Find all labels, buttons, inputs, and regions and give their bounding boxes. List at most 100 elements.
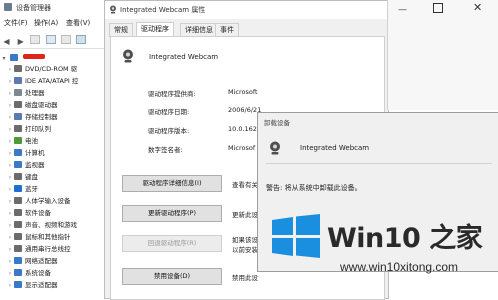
scan-hardware-icon[interactable] [76, 35, 87, 44]
chevron-right-icon[interactable]: › [6, 100, 14, 111]
tree-item[interactable]: › DVD/CD-ROM 驱 [6, 64, 77, 75]
computer-icon [10, 54, 19, 61]
tree-item[interactable]: › 人体学输入设备 [6, 196, 71, 207]
chevron-right-icon[interactable]: › [6, 148, 14, 159]
tree-item[interactable]: › 计算机 [6, 148, 45, 159]
chevron-right-icon[interactable]: › [6, 208, 14, 219]
chevron-right-icon[interactable]: › [6, 220, 14, 231]
update-driver-icon[interactable] [45, 35, 56, 44]
driver-details-button[interactable]: 驱动程序详细信息(I) [122, 175, 222, 192]
tree-item-label: 打印队列 [25, 125, 51, 133]
tree-item-label: DVD/CD-ROM 驱 [25, 65, 78, 73]
tree-item-label: 人体学输入设备 [25, 197, 71, 205]
tree-item-label: 通用串行总线控 [25, 245, 71, 253]
tree-item[interactable]: › 监视器 [6, 160, 45, 171]
rollback-driver-desc: 如果该设 以前安装 [232, 236, 258, 254]
tree-item-label: 声音、视频和游戏 [25, 221, 77, 229]
device-manager-app-icon [4, 3, 12, 11]
chevron-right-icon[interactable]: › [6, 88, 14, 99]
disable-device-button[interactable]: 禁用设备(D) [122, 268, 222, 285]
uninstall-warning: 警告: 将从系统中卸载此设备。 [266, 184, 362, 192]
chevron-right-icon[interactable]: › [6, 256, 14, 267]
menu-action[interactable]: 操作(A) [34, 18, 58, 28]
device-category-icon [14, 197, 22, 204]
tree-item[interactable]: › 电池 [6, 136, 38, 147]
tree-item[interactable]: › IDE ATA/ATAPI 控 [6, 76, 78, 87]
tree-item[interactable]: › 显示适配器 [6, 280, 58, 291]
minimize-icon[interactable]: — [398, 5, 407, 15]
redacted-computer-name [23, 54, 46, 59]
device-name: Integrated Webcam [149, 53, 219, 61]
tree-item-label: 显示适配器 [25, 281, 58, 289]
menu-view[interactable]: 查看(V) [66, 18, 90, 28]
chevron-right-icon[interactable]: › [6, 112, 14, 123]
tree-item-label: 键盘 [25, 173, 38, 181]
help-icon[interactable] [60, 35, 71, 44]
chevron-right-icon[interactable]: › [6, 184, 14, 195]
dialog-separator [266, 163, 492, 164]
tree-item[interactable]: › 网络适配器 [6, 256, 58, 267]
forward-arrow-icon[interactable]: ▶ [16, 37, 25, 46]
back-arrow-icon[interactable]: ◀ [2, 37, 11, 46]
windows-logo-icon [272, 214, 320, 258]
disable-device-desc: 禁用此设 [232, 274, 258, 282]
device-category-icon [14, 65, 22, 72]
device-manager-titlebar: 设备管理器 [0, 0, 112, 15]
tab-details[interactable]: 详细信息 [180, 23, 218, 37]
update-driver-button[interactable]: 更新驱动程序(P) [122, 205, 222, 222]
device-category-icon [14, 173, 22, 180]
device-manager-window: 设备管理器 文件(F) 操作(A) 查看(V) ◀ ▶ ▾ › DVD/CD-RO… [0, 0, 113, 297]
uninstall-device-name: Integrated Webcam [300, 144, 370, 152]
tree-item[interactable]: › 软件设备 [6, 208, 51, 219]
tab-driver[interactable]: 驱动程序 [136, 22, 174, 37]
tree-root[interactable]: ▾ [0, 53, 46, 64]
chevron-right-icon[interactable]: › [6, 64, 14, 75]
device-category-icon [14, 101, 22, 108]
device-category-icon [14, 125, 22, 132]
tree-item-label: 存储控制器 [25, 113, 58, 121]
tree-item[interactable]: › 系统设备 [6, 268, 51, 279]
chevron-right-icon[interactable]: › [6, 268, 14, 279]
menu-file[interactable]: 文件(F) [4, 18, 28, 28]
chevron-right-icon[interactable]: › [6, 160, 14, 171]
device-category-icon [14, 185, 22, 192]
chevron-right-icon[interactable]: › [6, 136, 14, 147]
chevron-right-icon[interactable]: › [6, 196, 14, 207]
driver-date-label: 驱动程序日期: [148, 108, 190, 116]
chevron-down-icon[interactable]: ▾ [0, 53, 8, 64]
chevron-right-icon[interactable]: › [6, 172, 14, 183]
device-category-icon [14, 269, 22, 276]
tree-item[interactable]: › 键盘 [6, 172, 38, 183]
device-category-icon [14, 233, 22, 240]
chevron-right-icon[interactable]: › [6, 124, 14, 135]
rollback-driver-button[interactable]: 回退驱动程序(R) [122, 235, 222, 252]
tree-item[interactable]: › 蓝牙 [6, 184, 38, 195]
properties-title: Integrated Webcam 属性 [120, 6, 206, 14]
properties-icon[interactable] [30, 35, 41, 44]
tree-item[interactable]: › 通用串行总线控 [6, 244, 71, 255]
watermark-url: www.win10xitong.com [340, 260, 459, 274]
driver-details-desc: 查看有关 [232, 181, 258, 189]
tree-item[interactable]: › 鼠标和其他指针 [6, 232, 71, 243]
maximize-icon[interactable] [433, 3, 443, 13]
tree-item-label: 电池 [25, 137, 38, 145]
tree-item[interactable]: › 打印队列 [6, 124, 51, 135]
device-category-icon [14, 245, 22, 252]
tree-item[interactable]: › 磁盘驱动器 [6, 100, 58, 111]
device-category-icon [14, 161, 22, 168]
tree-item[interactable]: › 处理器 [6, 88, 45, 99]
tree-item[interactable]: › 存储控制器 [6, 112, 58, 123]
watermark-brand: Win10 之家 [327, 223, 483, 254]
webcam-device-icon [269, 141, 281, 155]
tab-events[interactable]: 事件 [215, 23, 239, 37]
tab-general[interactable]: 常规 [109, 23, 133, 37]
chevron-right-icon[interactable]: › [6, 232, 14, 243]
chevron-right-icon[interactable]: › [6, 76, 14, 87]
device-category-icon [14, 137, 22, 144]
tree-item-label: 监视器 [25, 161, 45, 169]
tree-item[interactable]: › 声音、视频和游戏 [6, 220, 77, 231]
chevron-right-icon[interactable]: › [6, 280, 14, 291]
chevron-right-icon[interactable]: › [6, 244, 14, 255]
close-icon[interactable]: ✕ [473, 1, 482, 14]
digital-signer-value: Microsof [228, 144, 256, 152]
